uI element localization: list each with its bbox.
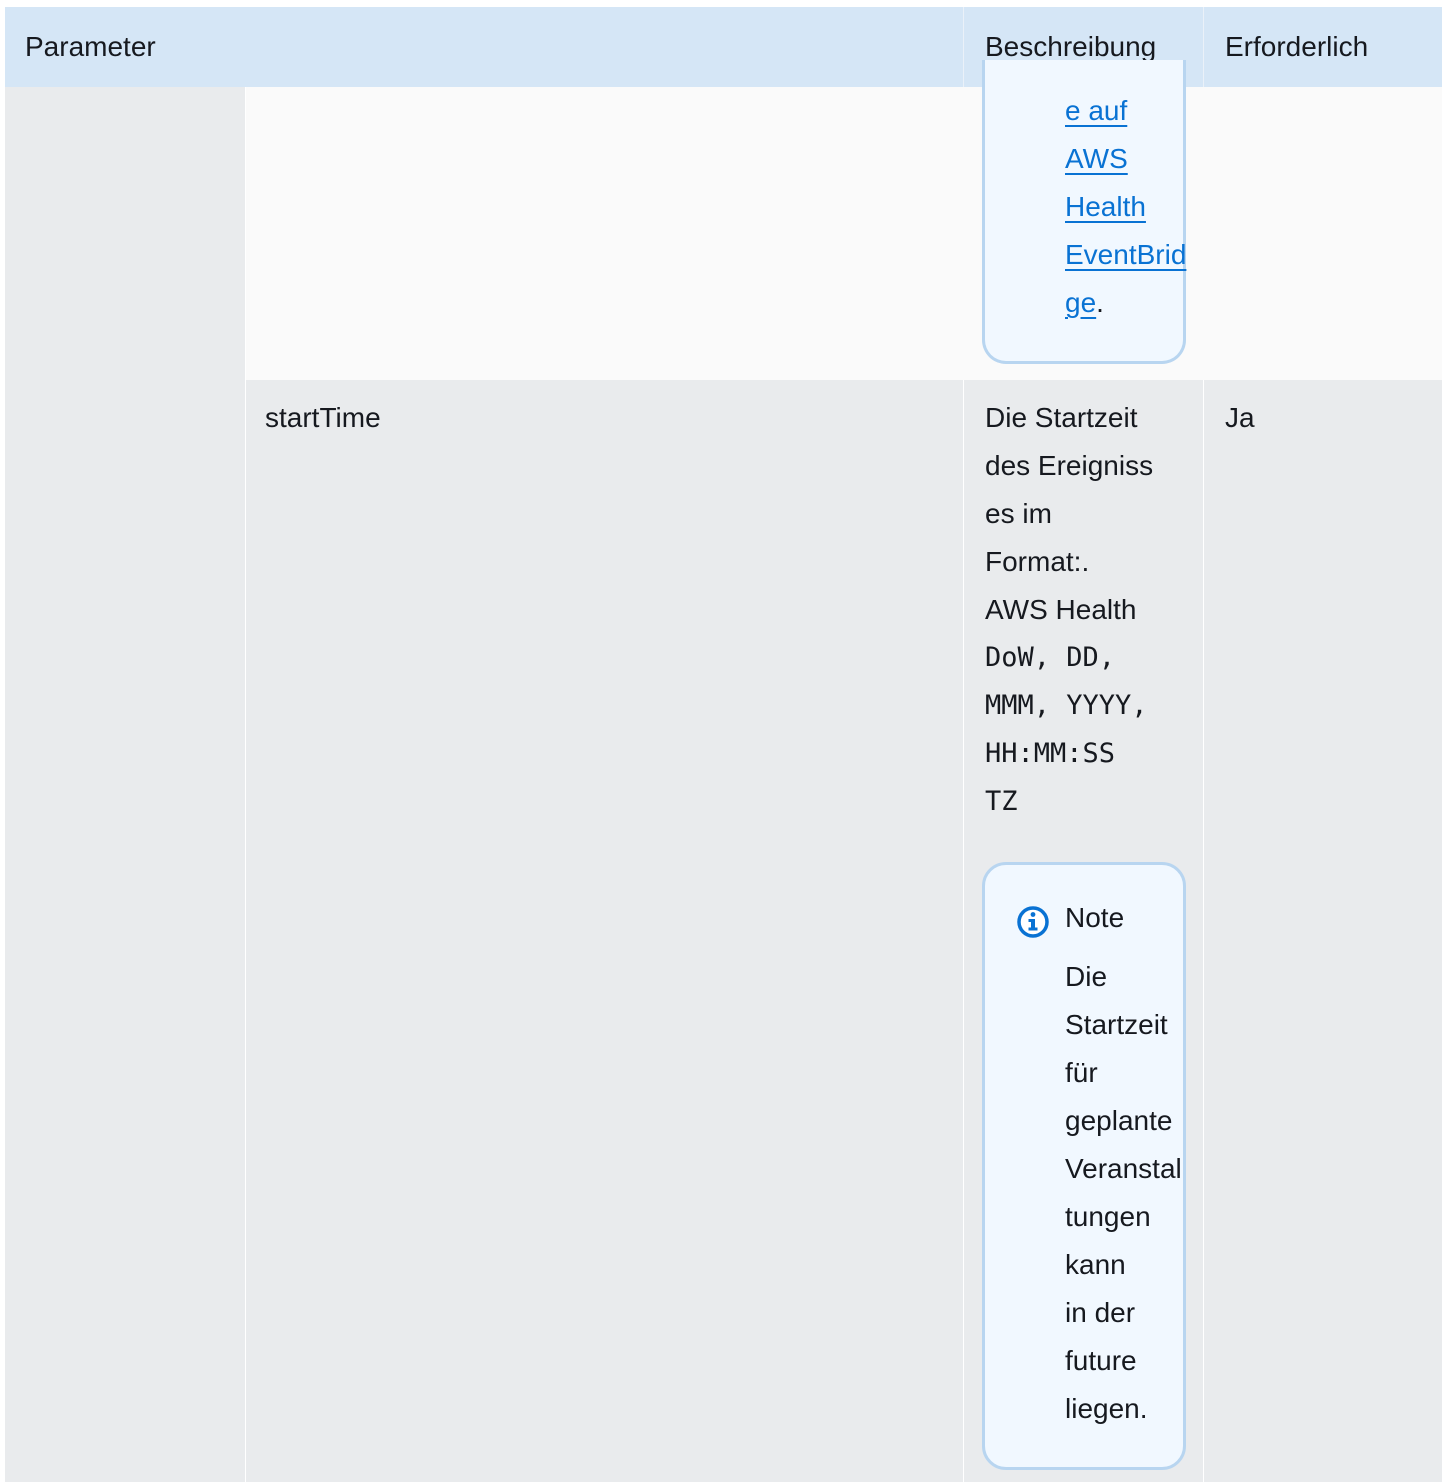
table-row-starttime-bg (245, 380, 1442, 1482)
header-divider (963, 7, 964, 87)
description-line: es im (985, 498, 1052, 529)
note-title: Note (1065, 902, 1125, 933)
header-divider (1203, 7, 1204, 87)
note-line: tungen (1065, 1201, 1151, 1232)
description-line: AWS Health (985, 594, 1137, 625)
description-line: Die Startzeit (985, 402, 1138, 433)
note-line: für (1065, 1057, 1098, 1088)
column-divider (1203, 380, 1204, 1482)
column-divider (963, 380, 964, 1482)
header-required: Erforderlich (1225, 31, 1369, 62)
parameter-table-page: Parameter Beschreibung Erforderlich e au… (0, 0, 1447, 1482)
table-header: Parameter Beschreibung Erforderlich (5, 7, 1442, 87)
eventbridge-link-last: ge. (1065, 279, 1104, 327)
eventbridge-link-line[interactable]: e auf (1065, 87, 1127, 135)
required-value: Ja (1225, 402, 1255, 433)
info-icon (1017, 906, 1049, 938)
description-line: des Ereigniss (985, 450, 1154, 481)
note-line: Startzeit (1065, 1009, 1168, 1040)
note-line: Die (1065, 961, 1108, 992)
eventbridge-link-line[interactable]: AWS (1065, 135, 1128, 183)
link-trailing-period: . (1096, 287, 1104, 318)
parameter-name: startTime (265, 402, 381, 433)
format-code-line: MMM, YYYY, (985, 690, 1148, 721)
note-line: Veranstal (1065, 1153, 1182, 1184)
column-divider (245, 87, 246, 1482)
note-line: kann (1065, 1249, 1126, 1280)
format-code-line: TZ (985, 786, 1018, 817)
header-parameter: Parameter (25, 31, 156, 62)
parent-parameter-cell (5, 87, 245, 1482)
eventbridge-link-line[interactable]: ge (1065, 287, 1096, 318)
note-line: future (1065, 1345, 1137, 1376)
eventbridge-link-line[interactable]: EventBrid (1065, 231, 1186, 279)
format-code-line: DoW, DD, (985, 642, 1116, 673)
eventbridge-link-line[interactable]: Health (1065, 183, 1146, 231)
note-line: geplante (1065, 1105, 1173, 1136)
note-line: liegen. (1065, 1393, 1148, 1424)
format-code-line: HH:MM:SS (985, 738, 1116, 769)
description-line: Format:. (985, 546, 1090, 577)
note-line: in der (1065, 1297, 1136, 1328)
